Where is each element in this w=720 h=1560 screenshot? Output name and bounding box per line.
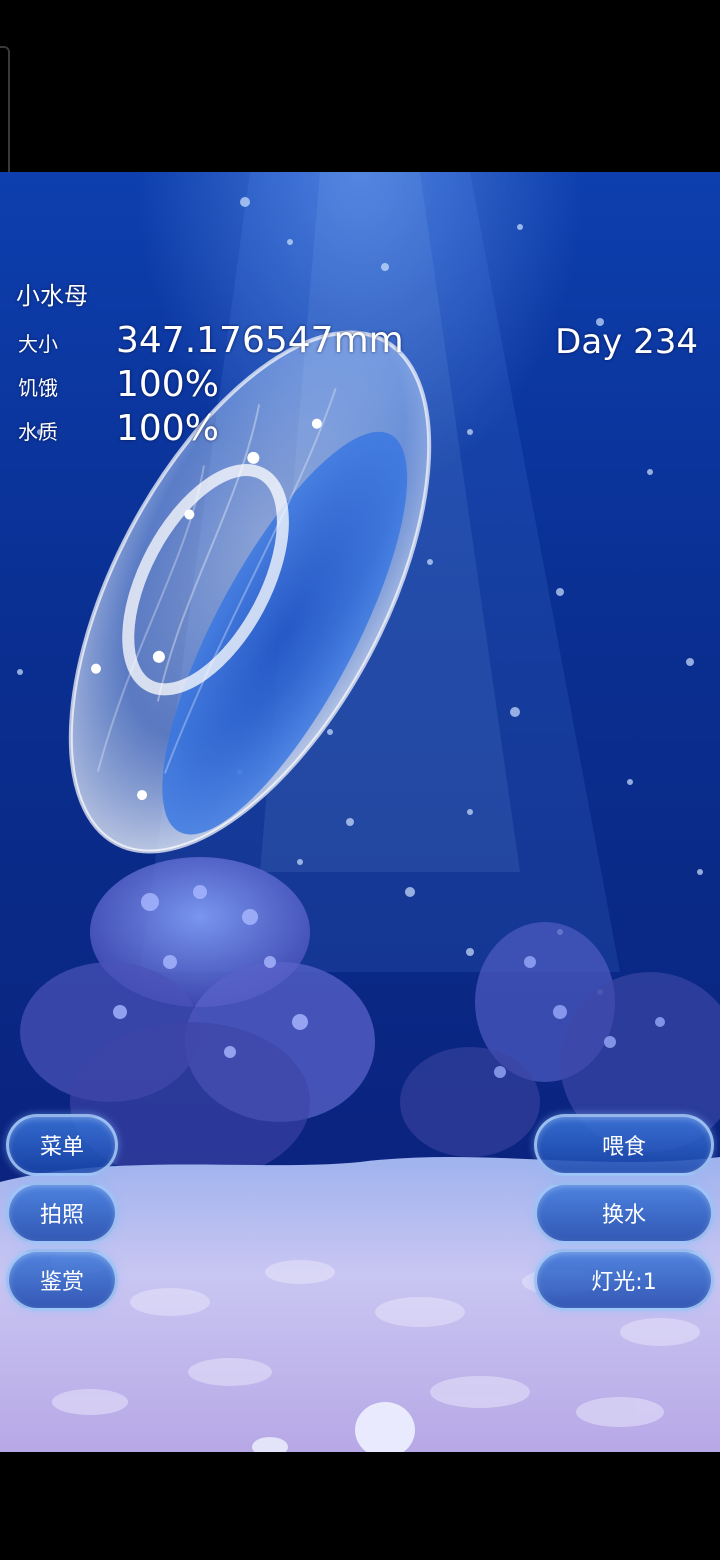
feed-button[interactable]: 喂食 — [534, 1114, 714, 1176]
pet-name: 小水母 — [16, 282, 88, 310]
menu-button[interactable]: 菜单 — [6, 1114, 118, 1176]
bottom-system-bar — [0, 1452, 720, 1560]
day-counter: Day 234 — [555, 322, 698, 362]
appreciate-button[interactable]: 鉴赏 — [6, 1249, 118, 1311]
size-label: 大小 — [18, 332, 58, 356]
change-water-button[interactable]: 换水 — [534, 1182, 714, 1244]
water-quality-label: 水质 — [18, 420, 58, 444]
hunger-value: 100% — [116, 364, 219, 405]
hunger-label: 饥饿 — [18, 376, 58, 400]
size-value: 347.176547mm — [116, 320, 404, 361]
photo-button[interactable]: 拍照 — [6, 1182, 118, 1244]
edge-panel-handle[interactable] — [0, 46, 10, 186]
top-system-bar — [0, 0, 720, 172]
light-button[interactable]: 灯光:1 — [534, 1249, 714, 1311]
app-screen: 小水母 大小 347.176547mm 饥饿 100% 水质 100% Day … — [0, 0, 720, 1560]
water-quality-value: 100% — [116, 408, 219, 449]
